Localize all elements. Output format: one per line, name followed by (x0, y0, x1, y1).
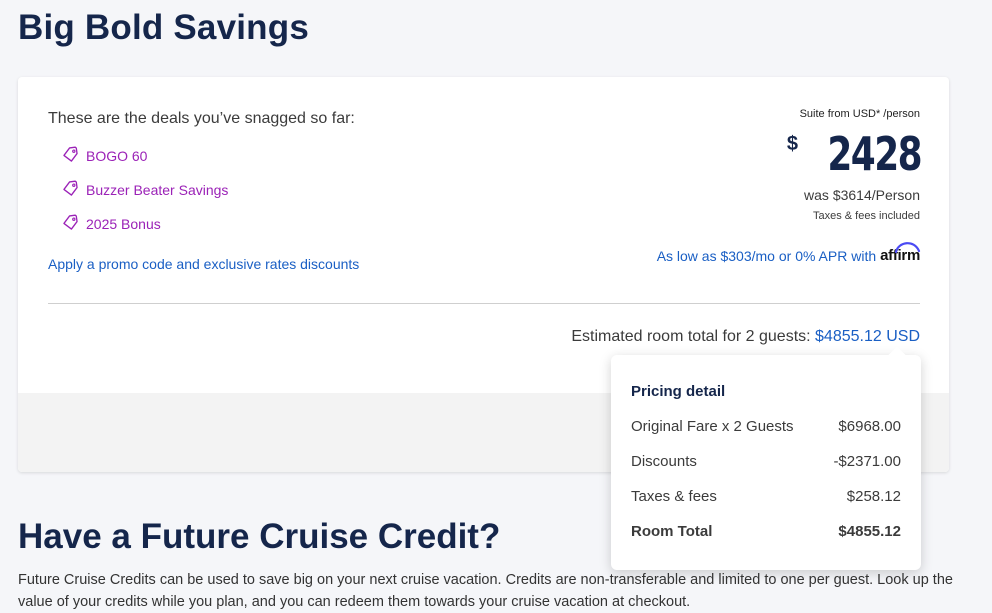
tag-icon (62, 214, 79, 234)
tag-icon (62, 180, 79, 200)
taxes-note: Taxes & fees included (812, 210, 920, 222)
pricing-row-value: -$2371.00 (833, 453, 901, 470)
popover-title: Pricing detail (631, 383, 726, 400)
page-title: Big Bold Savings (18, 8, 310, 47)
pricing-row: Taxes & fees $258.12 (631, 488, 901, 505)
estimated-total-link[interactable]: $4855.12 USD (815, 328, 920, 345)
section-body: Future Cruise Credits can be used to sav… (18, 572, 953, 610)
pricing-row-value: $258.12 (846, 488, 901, 505)
pricing-row-label: Discounts (631, 453, 697, 470)
divider (48, 303, 920, 304)
currency-symbol: $ (786, 133, 798, 155)
deal-label: Buzzer Beater Savings (86, 182, 229, 198)
pricing-row-value: $6968.00 (838, 418, 901, 435)
estimate-label: Estimated room total for 2 guests: (571, 328, 811, 345)
deal-label: 2025 Bonus (86, 216, 161, 232)
price-amount: 2428 (827, 127, 922, 181)
pricing-row-label: Taxes & fees (631, 488, 717, 505)
deal-item: Buzzer Beater Savings (62, 180, 228, 200)
pricing-row-value: $4855.12 (838, 523, 901, 540)
pricing-row-label: Original Fare x 2 Guests (631, 418, 794, 435)
pricing-row-total: Room Total $4855.12 (631, 523, 901, 540)
pricing-row: Discounts -$2371.00 (631, 453, 901, 470)
was-price: was $3614/Person (804, 187, 920, 203)
price-display: $ 2428 (786, 127, 923, 181)
pricing-row-label: Room Total (631, 523, 713, 540)
affirm-logo: affirm (880, 242, 920, 264)
pricing-detail-popover: Pricing detail Original Fare x 2 Guests … (611, 355, 921, 570)
affirm-financing-link[interactable]: As low as $303/mo or 0% APR with affirm (656, 242, 920, 264)
deal-item: BOGO 60 (62, 146, 147, 166)
suite-from-label: Suite from USD* /person (799, 108, 920, 120)
deal-item: 2025 Bonus (62, 214, 161, 234)
section-title: Have a Future Cruise Credit? (18, 517, 501, 556)
promo-code-link[interactable]: Apply a promo code and exclusive rates d… (48, 256, 359, 272)
deal-label: BOGO 60 (86, 148, 148, 164)
affirm-text: As low as $303/mo or 0% APR with (656, 248, 877, 264)
affirm-arc-icon (894, 242, 921, 253)
pricing-row: Original Fare x 2 Guests $6968.00 (631, 418, 901, 435)
estimated-total: Estimated room total for 2 guests: $4855… (571, 328, 920, 346)
tag-icon (62, 146, 79, 166)
deals-intro: These are the deals you’ve snagged so fa… (48, 110, 355, 127)
